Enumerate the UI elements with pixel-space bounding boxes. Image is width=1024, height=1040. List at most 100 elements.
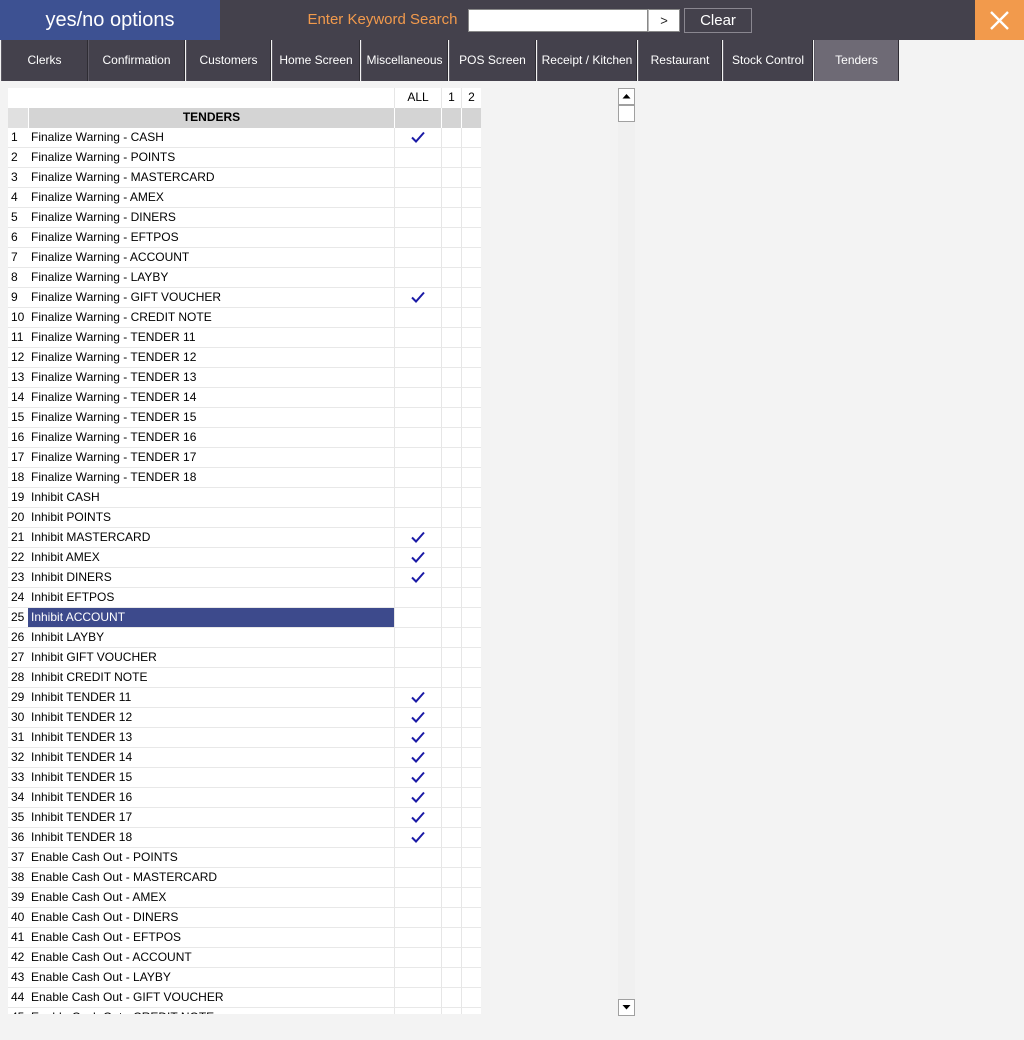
all-checkbox-cell[interactable] [394, 1008, 441, 1014]
option-label[interactable]: Enable Cash Out - LAYBY [28, 968, 394, 988]
all-checkbox-cell[interactable] [394, 328, 441, 348]
column-2-checkbox-cell[interactable] [461, 608, 481, 628]
all-checkbox-cell[interactable] [394, 248, 441, 268]
table-row[interactable]: 17 Finalize Warning - TENDER 17 [8, 448, 481, 468]
column-2-checkbox-cell[interactable] [461, 528, 481, 548]
all-checkbox-cell[interactable] [394, 928, 441, 948]
option-label[interactable]: Enable Cash Out - MASTERCARD [28, 868, 394, 888]
all-checkbox-cell[interactable] [394, 888, 441, 908]
all-checkbox-cell[interactable] [394, 908, 441, 928]
table-row[interactable]: 40 Enable Cash Out - DINERS [8, 908, 481, 928]
column-1-checkbox-cell[interactable] [441, 908, 461, 928]
table-row[interactable]: 32 Inhibit TENDER 14 [8, 748, 481, 768]
column-1-checkbox-cell[interactable] [441, 968, 461, 988]
option-label[interactable]: Finalize Warning - MASTERCARD [28, 168, 394, 188]
column-1-checkbox-cell[interactable] [441, 1008, 461, 1014]
column-1-checkbox-cell[interactable] [441, 228, 461, 248]
all-checkbox-cell[interactable] [394, 968, 441, 988]
tab-clerks[interactable]: Clerks [1, 40, 88, 81]
column-1-checkbox-cell[interactable] [441, 588, 461, 608]
table-row[interactable]: 30 Inhibit TENDER 12 [8, 708, 481, 728]
column-2-checkbox-cell[interactable] [461, 748, 481, 768]
all-checkbox-cell[interactable] [394, 148, 441, 168]
all-checkbox-cell[interactable] [394, 628, 441, 648]
table-row[interactable]: 45Enable Cash Out - CREDIT NOTE [8, 1008, 481, 1014]
table-row[interactable]: 35 Inhibit TENDER 17 [8, 808, 481, 828]
option-label[interactable]: Finalize Warning - POINTS [28, 148, 394, 168]
all-checkbox-cell[interactable] [394, 668, 441, 688]
column-1-checkbox-cell[interactable] [441, 688, 461, 708]
column-2-checkbox-cell[interactable] [461, 428, 481, 448]
all-checkbox-cell[interactable] [394, 468, 441, 488]
all-checkbox-cell[interactable] [394, 188, 441, 208]
table-row[interactable]: 25 Inhibit ACCOUNT [8, 608, 481, 628]
option-label[interactable]: Inhibit CASH [28, 488, 394, 508]
column-1-checkbox-cell[interactable] [441, 608, 461, 628]
column-1-checkbox-cell[interactable] [441, 808, 461, 828]
column-2-checkbox-cell[interactable] [461, 1008, 481, 1014]
option-label[interactable]: Inhibit TENDER 18 [28, 828, 394, 848]
close-button[interactable] [975, 0, 1024, 40]
option-label[interactable]: Finalize Warning - ACCOUNT [28, 248, 394, 268]
column-2-checkbox-cell[interactable] [461, 248, 481, 268]
table-row[interactable]: 43 Enable Cash Out - LAYBY [8, 968, 481, 988]
column-2-checkbox-cell[interactable] [461, 928, 481, 948]
table-row[interactable]: 34 Inhibit TENDER 16 [8, 788, 481, 808]
column-1-checkbox-cell[interactable] [441, 748, 461, 768]
column-2-checkbox-cell[interactable] [461, 188, 481, 208]
all-checkbox-cell[interactable] [394, 828, 441, 848]
column-2-checkbox-cell[interactable] [461, 208, 481, 228]
all-checkbox-cell[interactable] [394, 748, 441, 768]
option-label[interactable]: Inhibit ACCOUNT [28, 608, 394, 628]
column-1-checkbox-cell[interactable] [441, 568, 461, 588]
option-label[interactable]: Finalize Warning - CASH [28, 128, 394, 148]
all-checkbox-cell[interactable] [394, 288, 441, 308]
column-1-checkbox-cell[interactable] [441, 448, 461, 468]
tab-miscellaneous[interactable]: Miscellaneous [361, 40, 448, 81]
column-2-checkbox-cell[interactable] [461, 468, 481, 488]
column-1-checkbox-cell[interactable] [441, 988, 461, 1008]
table-row[interactable]: 36 Inhibit TENDER 18 [8, 828, 481, 848]
option-label[interactable]: Inhibit TENDER 17 [28, 808, 394, 828]
column-1-checkbox-cell[interactable] [441, 168, 461, 188]
option-label[interactable]: Enable Cash Out - ACCOUNT [28, 948, 394, 968]
tab-restaurant[interactable]: Restaurant [638, 40, 722, 81]
all-checkbox-cell[interactable] [394, 448, 441, 468]
all-checkbox-cell[interactable] [394, 768, 441, 788]
all-checkbox-cell[interactable] [394, 688, 441, 708]
column-2-checkbox-cell[interactable] [461, 228, 481, 248]
option-label[interactable]: Finalize Warning - TENDER 13 [28, 368, 394, 388]
table-row[interactable]: 44 Enable Cash Out - GIFT VOUCHER [8, 988, 481, 1008]
column-2-checkbox-cell[interactable] [461, 128, 481, 148]
column-1-checkbox-cell[interactable] [441, 548, 461, 568]
option-label[interactable]: Finalize Warning - CREDIT NOTE [28, 308, 394, 328]
option-label[interactable]: Inhibit LAYBY [28, 628, 394, 648]
table-row[interactable]: 11 Finalize Warning - TENDER 11 [8, 328, 481, 348]
table-row[interactable]: 19 Inhibit CASH [8, 488, 481, 508]
table-row[interactable]: 7 Finalize Warning - ACCOUNT [8, 248, 481, 268]
tab-home-screen[interactable]: Home Screen [272, 40, 360, 81]
option-label[interactable]: Inhibit DINERS [28, 568, 394, 588]
column-1-checkbox-cell[interactable] [441, 788, 461, 808]
column-1-checkbox-cell[interactable] [441, 948, 461, 968]
column-2-checkbox-cell[interactable] [461, 828, 481, 848]
option-label[interactable]: Finalize Warning - GIFT VOUCHER [28, 288, 394, 308]
column-2-checkbox-cell[interactable] [461, 368, 481, 388]
all-checkbox-cell[interactable] [394, 788, 441, 808]
column-1-checkbox-cell[interactable] [441, 708, 461, 728]
tab-confirmation[interactable]: Confirmation [88, 40, 185, 81]
all-checkbox-cell[interactable] [394, 548, 441, 568]
option-label[interactable]: Finalize Warning - TENDER 16 [28, 428, 394, 448]
option-label[interactable]: Finalize Warning - LAYBY [28, 268, 394, 288]
column-1-checkbox-cell[interactable] [441, 328, 461, 348]
column-1-checkbox-cell[interactable] [441, 248, 461, 268]
option-label[interactable]: Finalize Warning - TENDER 12 [28, 348, 394, 368]
column-1-checkbox-cell[interactable] [441, 928, 461, 948]
column-1-checkbox-cell[interactable] [441, 768, 461, 788]
table-row[interactable]: 24 Inhibit EFTPOS [8, 588, 481, 608]
table-row[interactable]: 18 Finalize Warning - TENDER 18 [8, 468, 481, 488]
column-1-checkbox-cell[interactable] [441, 488, 461, 508]
table-row[interactable]: 3 Finalize Warning - MASTERCARD [8, 168, 481, 188]
all-checkbox-cell[interactable] [394, 808, 441, 828]
column-2-checkbox-cell[interactable] [461, 968, 481, 988]
